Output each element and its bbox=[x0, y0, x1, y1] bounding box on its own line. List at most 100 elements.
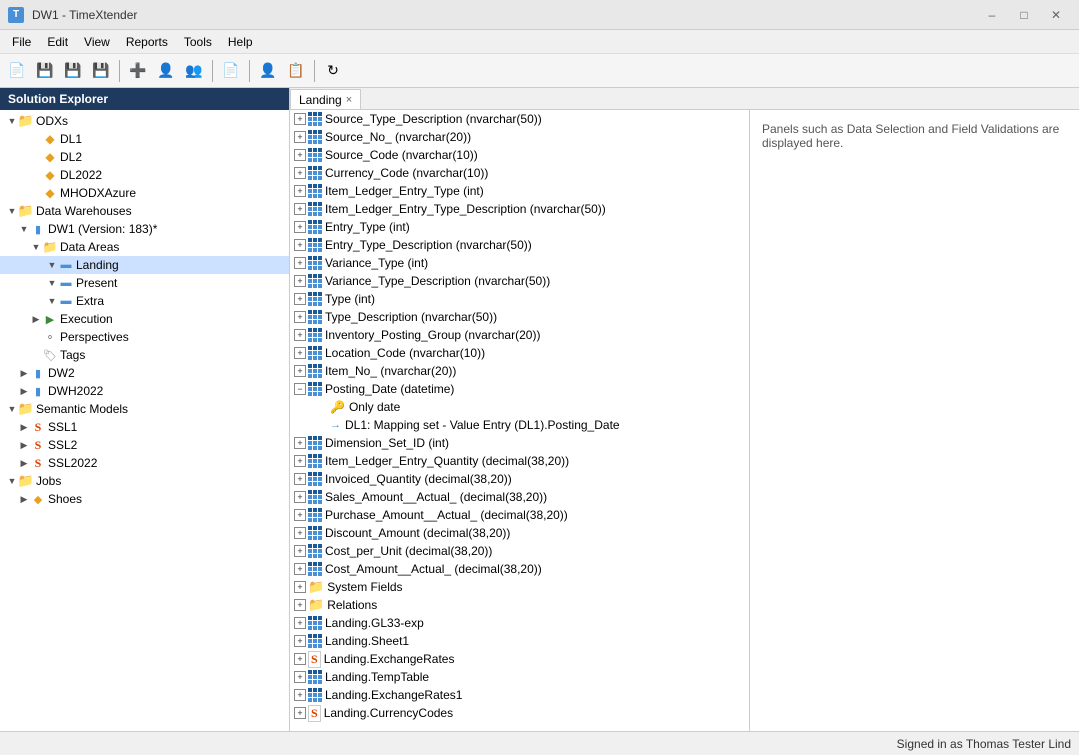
toolbar-person[interactable]: 👤 bbox=[255, 58, 281, 84]
tree-mhodxazure[interactable]: ◆ MHODXAzure bbox=[0, 184, 289, 202]
field-expand-icon[interactable]: + bbox=[294, 275, 306, 287]
tree-tags[interactable]: 🏷 Tags bbox=[0, 346, 289, 364]
field-expand-icon[interactable]: + bbox=[294, 509, 306, 521]
table-row[interactable]: +Landing.Sheet1 bbox=[290, 632, 749, 650]
maximize-button[interactable]: □ bbox=[1009, 5, 1039, 25]
field-row[interactable]: −Posting_Date (datetime) bbox=[290, 380, 749, 398]
field-expand-icon[interactable]: + bbox=[294, 257, 306, 269]
field-expand-icon[interactable]: + bbox=[294, 311, 306, 323]
tab-landing-close[interactable]: × bbox=[346, 94, 352, 106]
tree-dwh2022[interactable]: ▶ ▮ DWH2022 bbox=[0, 382, 289, 400]
field-expand-icon[interactable]: + bbox=[294, 545, 306, 557]
field-row[interactable]: +Currency_Code (nvarchar(10)) bbox=[290, 164, 749, 182]
tree-extra[interactable]: ▼ ▬ Extra bbox=[0, 292, 289, 310]
tree-data-areas[interactable]: ▼ 📁 Data Areas bbox=[0, 238, 289, 256]
field-row[interactable]: +📁System Fields bbox=[290, 578, 749, 596]
table-expand-icon[interactable]: + bbox=[294, 617, 306, 629]
field-row[interactable]: +📁Relations bbox=[290, 596, 749, 614]
table-row[interactable]: +SLanding.CurrencyCodes bbox=[290, 704, 749, 722]
toolbar-user[interactable]: 👤 bbox=[153, 58, 179, 84]
field-expand-icon[interactable]: + bbox=[294, 347, 306, 359]
field-expand-icon[interactable]: + bbox=[294, 437, 306, 449]
menu-view[interactable]: View bbox=[76, 33, 118, 51]
table-expand-icon[interactable]: + bbox=[294, 707, 306, 719]
tree-dl1[interactable]: ◆ DL1 bbox=[0, 130, 289, 148]
toolbar-users[interactable]: 👥 bbox=[181, 58, 207, 84]
field-row[interactable]: +Source_Code (nvarchar(10)) bbox=[290, 146, 749, 164]
field-expand-icon[interactable]: + bbox=[294, 167, 306, 179]
table-row[interactable]: +Landing.TempTable bbox=[290, 668, 749, 686]
field-child-row[interactable]: 🔑Only date bbox=[290, 398, 749, 416]
table-row[interactable]: +Landing.ExchangeRates1 bbox=[290, 686, 749, 704]
field-expand-icon[interactable]: + bbox=[294, 563, 306, 575]
minimize-button[interactable]: – bbox=[977, 5, 1007, 25]
tree-ssl2[interactable]: ▶ S SSL2 bbox=[0, 436, 289, 454]
field-row[interactable]: +Invoiced_Quantity (decimal(38,20)) bbox=[290, 470, 749, 488]
folder-expand-icon[interactable]: + bbox=[294, 599, 306, 611]
tree-shoes[interactable]: ▶ ◆ Shoes bbox=[0, 490, 289, 508]
field-expand-icon[interactable]: + bbox=[294, 293, 306, 305]
toolbar-save[interactable]: 💾 bbox=[32, 58, 58, 84]
tree-execution[interactable]: ▶ ▶ Execution bbox=[0, 310, 289, 328]
tree-ssl2022[interactable]: ▶ S SSL2022 bbox=[0, 454, 289, 472]
table-row[interactable]: +Landing.GL33-exp bbox=[290, 614, 749, 632]
tree-dl2[interactable]: ◆ DL2 bbox=[0, 148, 289, 166]
table-row[interactable]: +SLanding.ExchangeRates bbox=[290, 650, 749, 668]
table-expand-icon[interactable]: + bbox=[294, 653, 306, 665]
tab-landing[interactable]: Landing × bbox=[290, 89, 361, 109]
field-row[interactable]: +Variance_Type (int) bbox=[290, 254, 749, 272]
field-row[interactable]: +Dimension_Set_ID (int) bbox=[290, 434, 749, 452]
field-expand-icon[interactable]: + bbox=[294, 491, 306, 503]
tree-jobs[interactable]: ▼ 📁 Jobs bbox=[0, 472, 289, 490]
tree-present[interactable]: ▼ ▬ Present bbox=[0, 274, 289, 292]
menu-file[interactable]: File bbox=[4, 33, 39, 51]
field-expand-icon[interactable]: + bbox=[294, 149, 306, 161]
tree-ssl1[interactable]: ▶ S SSL1 bbox=[0, 418, 289, 436]
field-child-row[interactable]: →DL1: Mapping set - Value Entry (DL1).Po… bbox=[290, 416, 749, 434]
field-row[interactable]: +Location_Code (nvarchar(10)) bbox=[290, 344, 749, 362]
field-expand-icon[interactable]: + bbox=[294, 239, 306, 251]
field-row[interactable]: +Entry_Type (int) bbox=[290, 218, 749, 236]
field-row[interactable]: +Cost_per_Unit (decimal(38,20)) bbox=[290, 542, 749, 560]
field-row[interactable]: +Item_Ledger_Entry_Type (int) bbox=[290, 182, 749, 200]
field-expand-icon[interactable]: − bbox=[294, 383, 306, 395]
field-expand-icon[interactable]: + bbox=[294, 365, 306, 377]
field-row[interactable]: +Source_Type_Description (nvarchar(50)) bbox=[290, 110, 749, 128]
table-expand-icon[interactable]: + bbox=[294, 689, 306, 701]
toolbar-save2[interactable]: 💾 bbox=[60, 58, 86, 84]
field-expand-icon[interactable]: + bbox=[294, 185, 306, 197]
toolbar-new[interactable]: 📄 bbox=[4, 58, 30, 84]
field-row[interactable]: +Item_Ledger_Entry_Quantity (decimal(38,… bbox=[290, 452, 749, 470]
toolbar-refresh[interactable]: ↻ bbox=[320, 58, 346, 84]
field-row[interactable]: +Source_No_ (nvarchar(20)) bbox=[290, 128, 749, 146]
tree-data-warehouses[interactable]: ▼ 📁 Data Warehouses bbox=[0, 202, 289, 220]
field-expand-icon[interactable]: + bbox=[294, 131, 306, 143]
close-button[interactable]: ✕ bbox=[1041, 5, 1071, 25]
field-row[interactable]: +Item_Ledger_Entry_Type_Description (nva… bbox=[290, 200, 749, 218]
field-row[interactable]: +Cost_Amount__Actual_ (decimal(38,20)) bbox=[290, 560, 749, 578]
field-expand-icon[interactable]: + bbox=[294, 527, 306, 539]
field-row[interactable]: +Variance_Type_Description (nvarchar(50)… bbox=[290, 272, 749, 290]
tree-landing[interactable]: ▼ ▬ Landing bbox=[0, 256, 289, 274]
menu-tools[interactable]: Tools bbox=[176, 33, 220, 51]
tree-dw2[interactable]: ▶ ▮ DW2 bbox=[0, 364, 289, 382]
field-row[interactable]: +Type_Description (nvarchar(50)) bbox=[290, 308, 749, 326]
menu-edit[interactable]: Edit bbox=[39, 33, 76, 51]
field-row[interactable]: +Type (int) bbox=[290, 290, 749, 308]
menu-help[interactable]: Help bbox=[220, 33, 261, 51]
table-expand-icon[interactable]: + bbox=[294, 635, 306, 647]
field-expand-icon[interactable]: + bbox=[294, 203, 306, 215]
menu-reports[interactable]: Reports bbox=[118, 33, 176, 51]
tree-dl2022[interactable]: ◆ DL2022 bbox=[0, 166, 289, 184]
tree-perspectives[interactable]: ⚬ Perspectives bbox=[0, 328, 289, 346]
field-expand-icon[interactable]: + bbox=[294, 329, 306, 341]
field-expand-icon[interactable]: + bbox=[294, 473, 306, 485]
tree-dw1[interactable]: ▼ ▮ DW1 (Version: 183)* bbox=[0, 220, 289, 238]
toolbar-save3[interactable]: 💾 bbox=[88, 58, 114, 84]
field-expand-icon[interactable]: + bbox=[294, 455, 306, 467]
field-row[interactable]: +Discount_Amount (decimal(38,20)) bbox=[290, 524, 749, 542]
table-expand-icon[interactable]: + bbox=[294, 671, 306, 683]
field-row[interactable]: +Purchase_Amount__Actual_ (decimal(38,20… bbox=[290, 506, 749, 524]
field-row[interactable]: +Inventory_Posting_Group (nvarchar(20)) bbox=[290, 326, 749, 344]
field-expand-icon[interactable]: + bbox=[294, 221, 306, 233]
